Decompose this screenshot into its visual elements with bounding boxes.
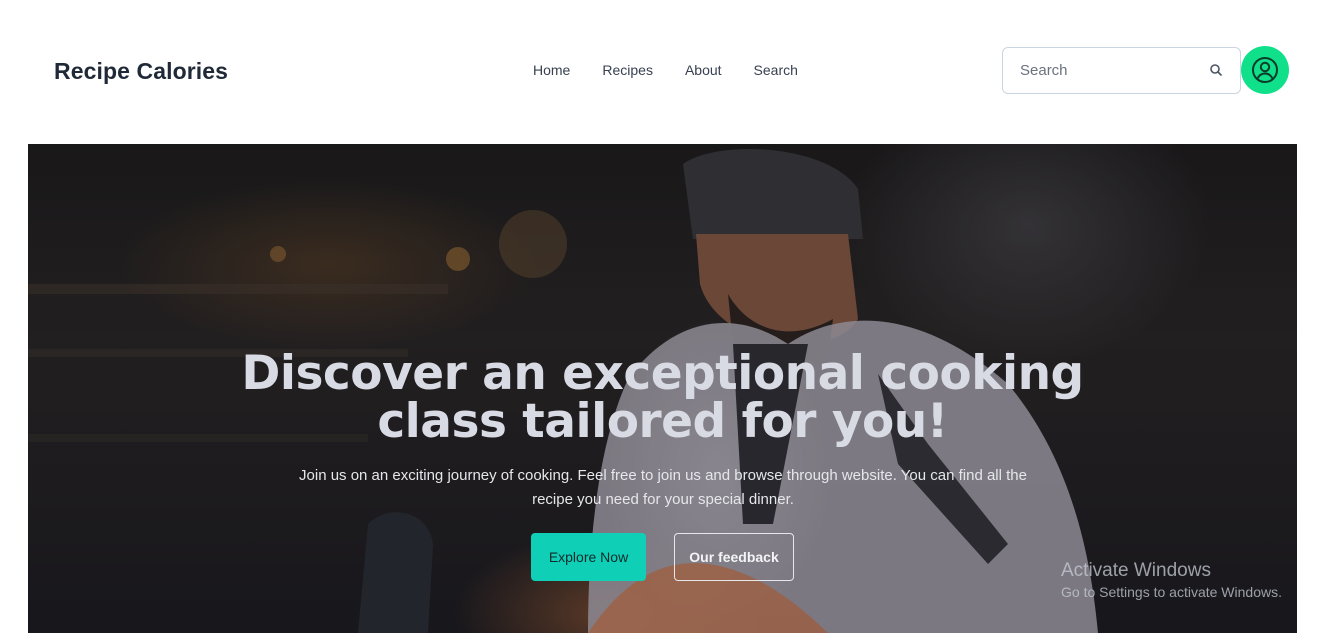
nav-link-search[interactable]: Search [754, 62, 798, 78]
hero-subtitle: Join us on an exciting journey of cookin… [299, 467, 1027, 508]
nav-link-home[interactable]: Home [533, 62, 570, 78]
search-box [1002, 47, 1241, 94]
account-button[interactable] [1241, 46, 1289, 94]
our-feedback-button[interactable]: Our feedback [674, 533, 794, 581]
nav-link-about[interactable]: About [685, 62, 722, 78]
search-input[interactable] [1004, 49, 1194, 92]
hero-title-line-2: class tailored for you! [377, 394, 948, 449]
activate-windows-watermark: Activate Windows Go to Settings to activ… [1061, 560, 1327, 602]
search-icon[interactable] [1208, 62, 1224, 78]
hero-title: Discover an exceptional cooking class ta… [28, 350, 1297, 446]
main-nav: Home Recipes About Search [533, 62, 798, 78]
watermark-title: Activate Windows [1061, 560, 1211, 581]
explore-now-button[interactable]: Explore Now [531, 533, 646, 581]
watermark-subtitle: Go to Settings to activate Windows. [1061, 584, 1282, 600]
nav-link-recipes[interactable]: Recipes [602, 62, 653, 78]
brand-logo-text[interactable]: Recipe Calories [54, 58, 228, 85]
user-circle-icon [1252, 57, 1278, 83]
navbar: Recipe Calories Home Recipes About Searc… [0, 0, 1327, 140]
hero-title-line-1: Discover an exceptional cooking [241, 346, 1084, 401]
